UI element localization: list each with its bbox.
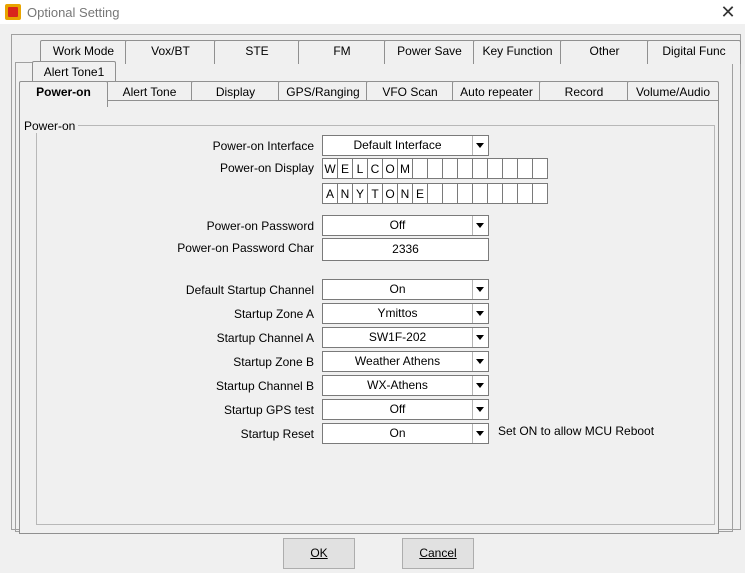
display-char-cell[interactable]: N [397, 183, 413, 204]
startup-channel-b-label: Startup Channel B [215, 379, 314, 393]
display-char-cell[interactable] [442, 158, 458, 179]
startup-channel-a-label: Startup Channel A [216, 331, 314, 345]
display-char-cell[interactable] [427, 158, 443, 179]
tab-ste[interactable]: STE [214, 40, 300, 64]
ok-button[interactable]: OK [283, 538, 355, 569]
chevron-down-icon[interactable] [472, 136, 488, 155]
display-char-cell[interactable]: Y [352, 183, 368, 204]
display-char-cell[interactable]: O [382, 183, 398, 204]
cancel-button[interactable]: Cancel [402, 538, 474, 569]
display-char-cell[interactable] [532, 158, 548, 179]
chevron-down-icon[interactable] [472, 400, 488, 419]
chevron-down-icon[interactable] [472, 328, 488, 347]
display-char-cell[interactable] [442, 183, 458, 204]
display-char-cell[interactable] [412, 158, 428, 179]
tab-fm[interactable]: FM [298, 40, 386, 64]
startup-channel-a-value: SW1F-202 [368, 330, 427, 344]
display-char-cell[interactable]: L [352, 158, 368, 179]
default-startup-channel-select[interactable]: On [322, 279, 489, 300]
tab-alert-tone1[interactable]: Alert Tone1 [32, 61, 116, 83]
startup-zone-a-select[interactable]: Ymittos [322, 303, 489, 324]
power-on-display-line1: W E L C O M [322, 158, 548, 179]
tab-key-function[interactable]: Key Function [473, 40, 562, 64]
display-char-cell[interactable] [457, 183, 473, 204]
power-on-interface-label: Power-on Interface [212, 139, 314, 153]
startup-zone-b-value: Weather Athens [354, 354, 441, 368]
startup-zone-a-label: Startup Zone A [233, 307, 314, 321]
startup-gps-test-select[interactable]: Off [322, 399, 489, 420]
power-on-password-select[interactable]: Off [322, 215, 489, 236]
ok-button-label: OK [310, 546, 328, 560]
power-on-display-line2: A N Y T O N E [322, 183, 548, 204]
power-on-password-label: Power-on Password [206, 219, 314, 233]
display-char-cell[interactable] [472, 183, 488, 204]
display-char-cell[interactable] [487, 158, 503, 179]
display-char-cell[interactable] [457, 158, 473, 179]
window-title: Optional Setting [27, 5, 120, 20]
chevron-down-icon[interactable] [472, 304, 488, 323]
password-char-input[interactable]: 2336 [322, 238, 489, 261]
display-char-cell[interactable]: M [397, 158, 413, 179]
display-char-cell[interactable]: E [337, 158, 353, 179]
display-char-cell[interactable] [502, 183, 518, 204]
display-char-cell[interactable]: A [322, 183, 338, 204]
tab-vox-bt[interactable]: Vox/BT [125, 40, 216, 64]
chevron-down-icon[interactable] [472, 376, 488, 395]
startup-zone-b-label: Startup Zone B [233, 355, 314, 369]
display-char-cell[interactable] [472, 158, 488, 179]
display-char-cell[interactable]: N [337, 183, 353, 204]
display-char-cell[interactable] [517, 158, 533, 179]
cancel-button-label: Cancel [419, 546, 457, 560]
display-char-cell[interactable]: W [322, 158, 338, 179]
group-title: Power-on [21, 119, 79, 133]
display-char-cell[interactable]: T [367, 183, 383, 204]
tab-power-save[interactable]: Power Save [384, 40, 475, 64]
default-startup-channel-label: Default Startup Channel [185, 283, 314, 297]
startup-reset-label: Startup Reset [240, 427, 314, 441]
title-bar: Optional Setting ✕ [0, 0, 745, 24]
power-on-interface-select[interactable]: Default Interface [322, 135, 489, 156]
startup-channel-b-value: WX-Athens [367, 378, 428, 392]
startup-zone-b-select[interactable]: Weather Athens [322, 351, 489, 372]
power-on-interface-value: Default Interface [353, 138, 442, 152]
app-icon [5, 4, 21, 20]
chevron-down-icon[interactable] [472, 216, 488, 235]
close-icon[interactable]: ✕ [718, 3, 738, 21]
default-startup-channel-value: On [389, 282, 406, 296]
startup-reset-value: On [389, 426, 406, 440]
display-char-cell[interactable]: C [367, 158, 383, 179]
tab-digital-func[interactable]: Digital Func [647, 40, 741, 64]
tab-other[interactable]: Other [560, 40, 649, 64]
startup-zone-a-value: Ymittos [377, 306, 418, 320]
power-on-password-value: Off [389, 218, 406, 232]
display-char-cell[interactable] [532, 183, 548, 204]
startup-reset-note: Set ON to allow MCU Reboot [498, 424, 655, 438]
display-char-cell[interactable] [487, 183, 503, 204]
display-char-cell[interactable]: O [382, 158, 398, 179]
chevron-down-icon[interactable] [472, 352, 488, 371]
display-char-cell[interactable] [517, 183, 533, 204]
display-char-cell[interactable] [427, 183, 443, 204]
power-on-display-label: Power-on Display [219, 161, 314, 175]
startup-reset-select[interactable]: On [322, 423, 489, 444]
display-char-cell[interactable]: E [412, 183, 428, 204]
startup-channel-b-select[interactable]: WX-Athens [322, 375, 489, 396]
startup-gps-test-value: Off [389, 402, 406, 416]
tab-power-on[interactable]: Power-on [19, 81, 108, 107]
startup-channel-a-select[interactable]: SW1F-202 [322, 327, 489, 348]
startup-gps-test-label: Startup GPS test [223, 403, 314, 417]
password-char-label: Power-on Password Char [177, 241, 314, 255]
display-char-cell[interactable] [502, 158, 518, 179]
chevron-down-icon[interactable] [472, 424, 488, 443]
chevron-down-icon[interactable] [472, 280, 488, 299]
